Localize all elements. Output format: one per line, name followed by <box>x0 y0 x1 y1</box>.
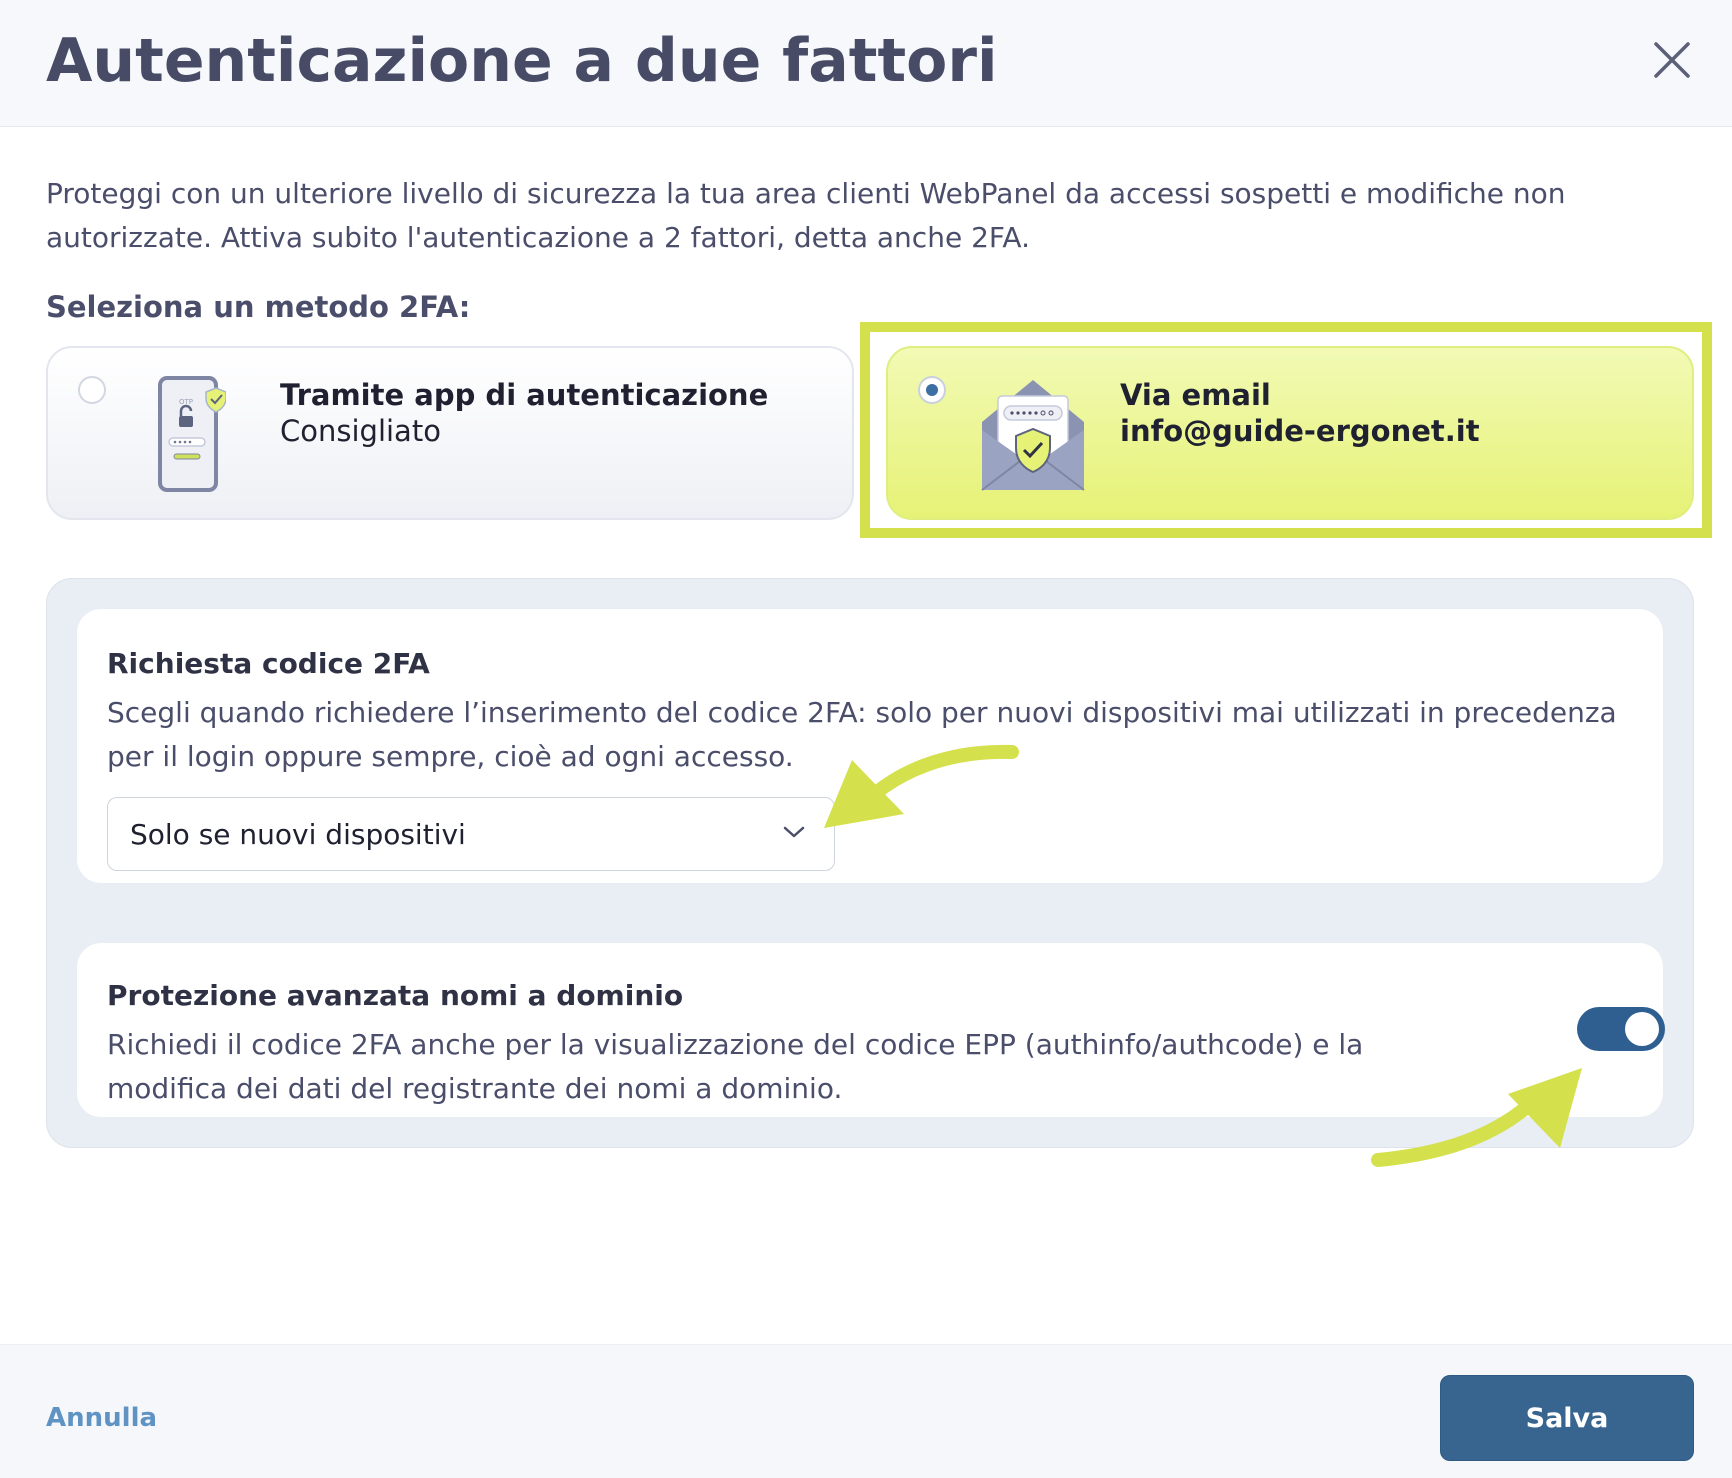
code-request-selected-value: Solo se nuovi dispositivi <box>130 818 466 851</box>
code-request-card: Richiesta codice 2FA Scegli quando richi… <box>77 609 1663 883</box>
domain-protection-title: Protezione avanzata nomi a dominio <box>107 979 684 1012</box>
save-button[interactable]: Salva <box>1440 1375 1694 1461</box>
method-select-label: Seleziona un metodo 2FA: <box>46 290 471 324</box>
method-option-app-subtitle: Consigliato <box>280 414 441 448</box>
settings-panel: Richiesta codice 2FA Scegli quando richi… <box>46 578 1694 1148</box>
phone-otp-icon: OTP <box>156 374 227 498</box>
cancel-button[interactable]: Annulla <box>46 1403 157 1433</box>
method-option-email[interactable]: Via email info@guide-ergonet.it <box>886 346 1694 520</box>
code-request-title: Richiesta codice 2FA <box>107 647 430 680</box>
dialog-header: Autenticazione a due fattori <box>0 0 1732 127</box>
dialog-title: Autenticazione a due fattori <box>46 26 998 96</box>
method-option-email-title: Via email <box>1120 378 1271 412</box>
email-shield-icon <box>980 374 1086 498</box>
radio-app[interactable] <box>78 376 106 404</box>
method-option-app[interactable]: OTP Tramite app di autenticazione Consig… <box>46 346 854 520</box>
method-option-app-title: Tramite app di autenticazione <box>280 378 769 412</box>
close-icon[interactable] <box>1652 40 1692 80</box>
code-request-select[interactable]: Solo se nuovi dispositivi <box>107 797 835 871</box>
domain-protection-card: Protezione avanzata nomi a dominio Richi… <box>77 943 1665 1117</box>
domain-protection-toggle[interactable] <box>1577 1007 1665 1051</box>
toggle-knob <box>1625 1012 1659 1046</box>
intro-text: Proteggi con un ulteriore livello di sic… <box>46 177 1566 254</box>
method-option-email-address: info@guide-ergonet.it <box>1120 414 1480 448</box>
radio-email[interactable] <box>918 376 946 404</box>
dialog-footer: Annulla Salva <box>0 1344 1732 1478</box>
chevron-down-icon <box>782 824 806 844</box>
code-request-description: Scegli quando richiedere l’inserimento d… <box>107 696 1617 773</box>
domain-protection-description: Richiedi il codice 2FA anche per la visu… <box>107 1028 1364 1105</box>
